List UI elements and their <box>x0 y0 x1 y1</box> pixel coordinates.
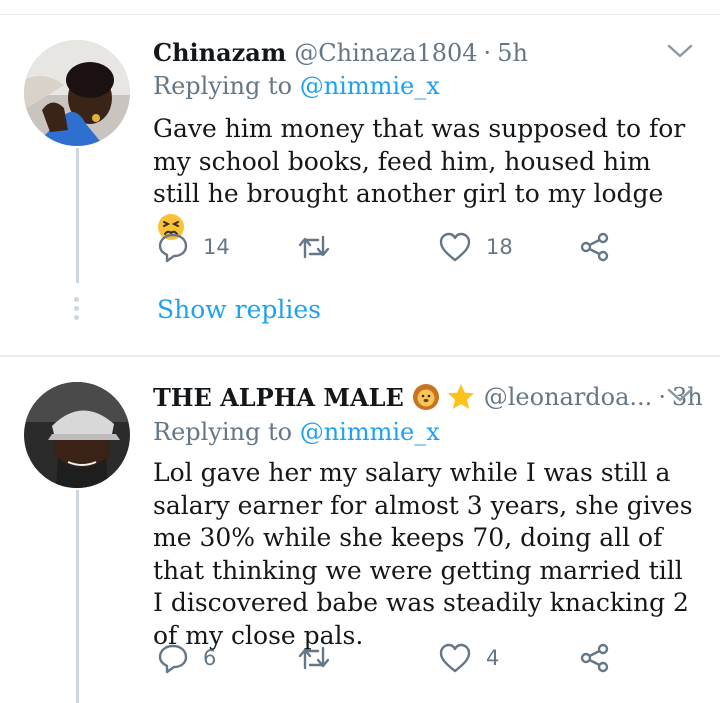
top-divider <box>0 14 720 15</box>
mention-link[interactable]: @nimmie_x <box>300 418 440 446</box>
dot-separator: · <box>483 38 492 67</box>
display-name[interactable]: Chinazam <box>153 38 286 67</box>
reply-count: 14 <box>203 235 230 259</box>
chevron-down-icon[interactable] <box>666 386 694 404</box>
display-name[interactable]: THE ALPHA MALE <box>153 383 404 412</box>
tweet-header: THE ALPHA MALE @leonardoa... · 3h <box>153 382 703 412</box>
heart-icon <box>439 232 471 262</box>
share-icon <box>580 232 609 262</box>
avatar[interactable] <box>24 382 130 488</box>
reply-icon <box>158 233 188 263</box>
mention-link[interactable]: @nimmie_x <box>300 72 440 100</box>
reply-icon <box>158 644 188 674</box>
retweet-icon <box>298 646 330 670</box>
lion-face-emoji <box>412 383 440 411</box>
dot-separator: · <box>658 383 666 411</box>
tweet-actions: 6 4 <box>153 642 633 682</box>
share-button[interactable] <box>579 642 611 674</box>
chevron-down-icon[interactable] <box>666 42 694 60</box>
reply-button[interactable]: 6 <box>157 642 216 674</box>
thread-line <box>76 148 79 283</box>
reply-button[interactable]: 14 <box>157 231 230 263</box>
tweet-header: Chinazam @Chinaza1804 · 5h <box>153 38 528 67</box>
timestamp[interactable]: 5h <box>497 39 528 67</box>
like-button[interactable]: 18 <box>438 231 513 263</box>
thread-line <box>76 490 79 703</box>
replying-to: Replying to @nimmie_x <box>153 72 440 100</box>
like-button[interactable]: 4 <box>438 642 499 674</box>
share-icon <box>580 643 609 673</box>
like-count: 4 <box>486 646 500 670</box>
reply-count: 6 <box>203 646 217 670</box>
share-button[interactable] <box>579 231 611 263</box>
retweet-button[interactable] <box>296 642 346 674</box>
retweet-button[interactable] <box>296 231 346 263</box>
like-count: 18 <box>486 235 513 259</box>
thread-dots <box>74 297 80 324</box>
show-replies-link[interactable]: Show replies <box>157 295 321 324</box>
tweet-actions: 14 18 <box>153 231 633 271</box>
tweet-text: Lol gave her my salary while I was still… <box>153 458 693 650</box>
retweet-icon <box>298 235 330 259</box>
user-handle[interactable]: @Chinaza1804 <box>294 39 477 67</box>
replying-to: Replying to @nimmie_x <box>153 418 440 446</box>
heart-icon <box>439 643 471 673</box>
tweet-text: Gave him money that was supposed to for … <box>153 113 693 249</box>
user-handle[interactable]: @leonardoa... <box>484 383 653 411</box>
star-emoji <box>446 382 476 412</box>
avatar[interactable] <box>24 40 130 146</box>
tweet-divider <box>0 355 720 357</box>
